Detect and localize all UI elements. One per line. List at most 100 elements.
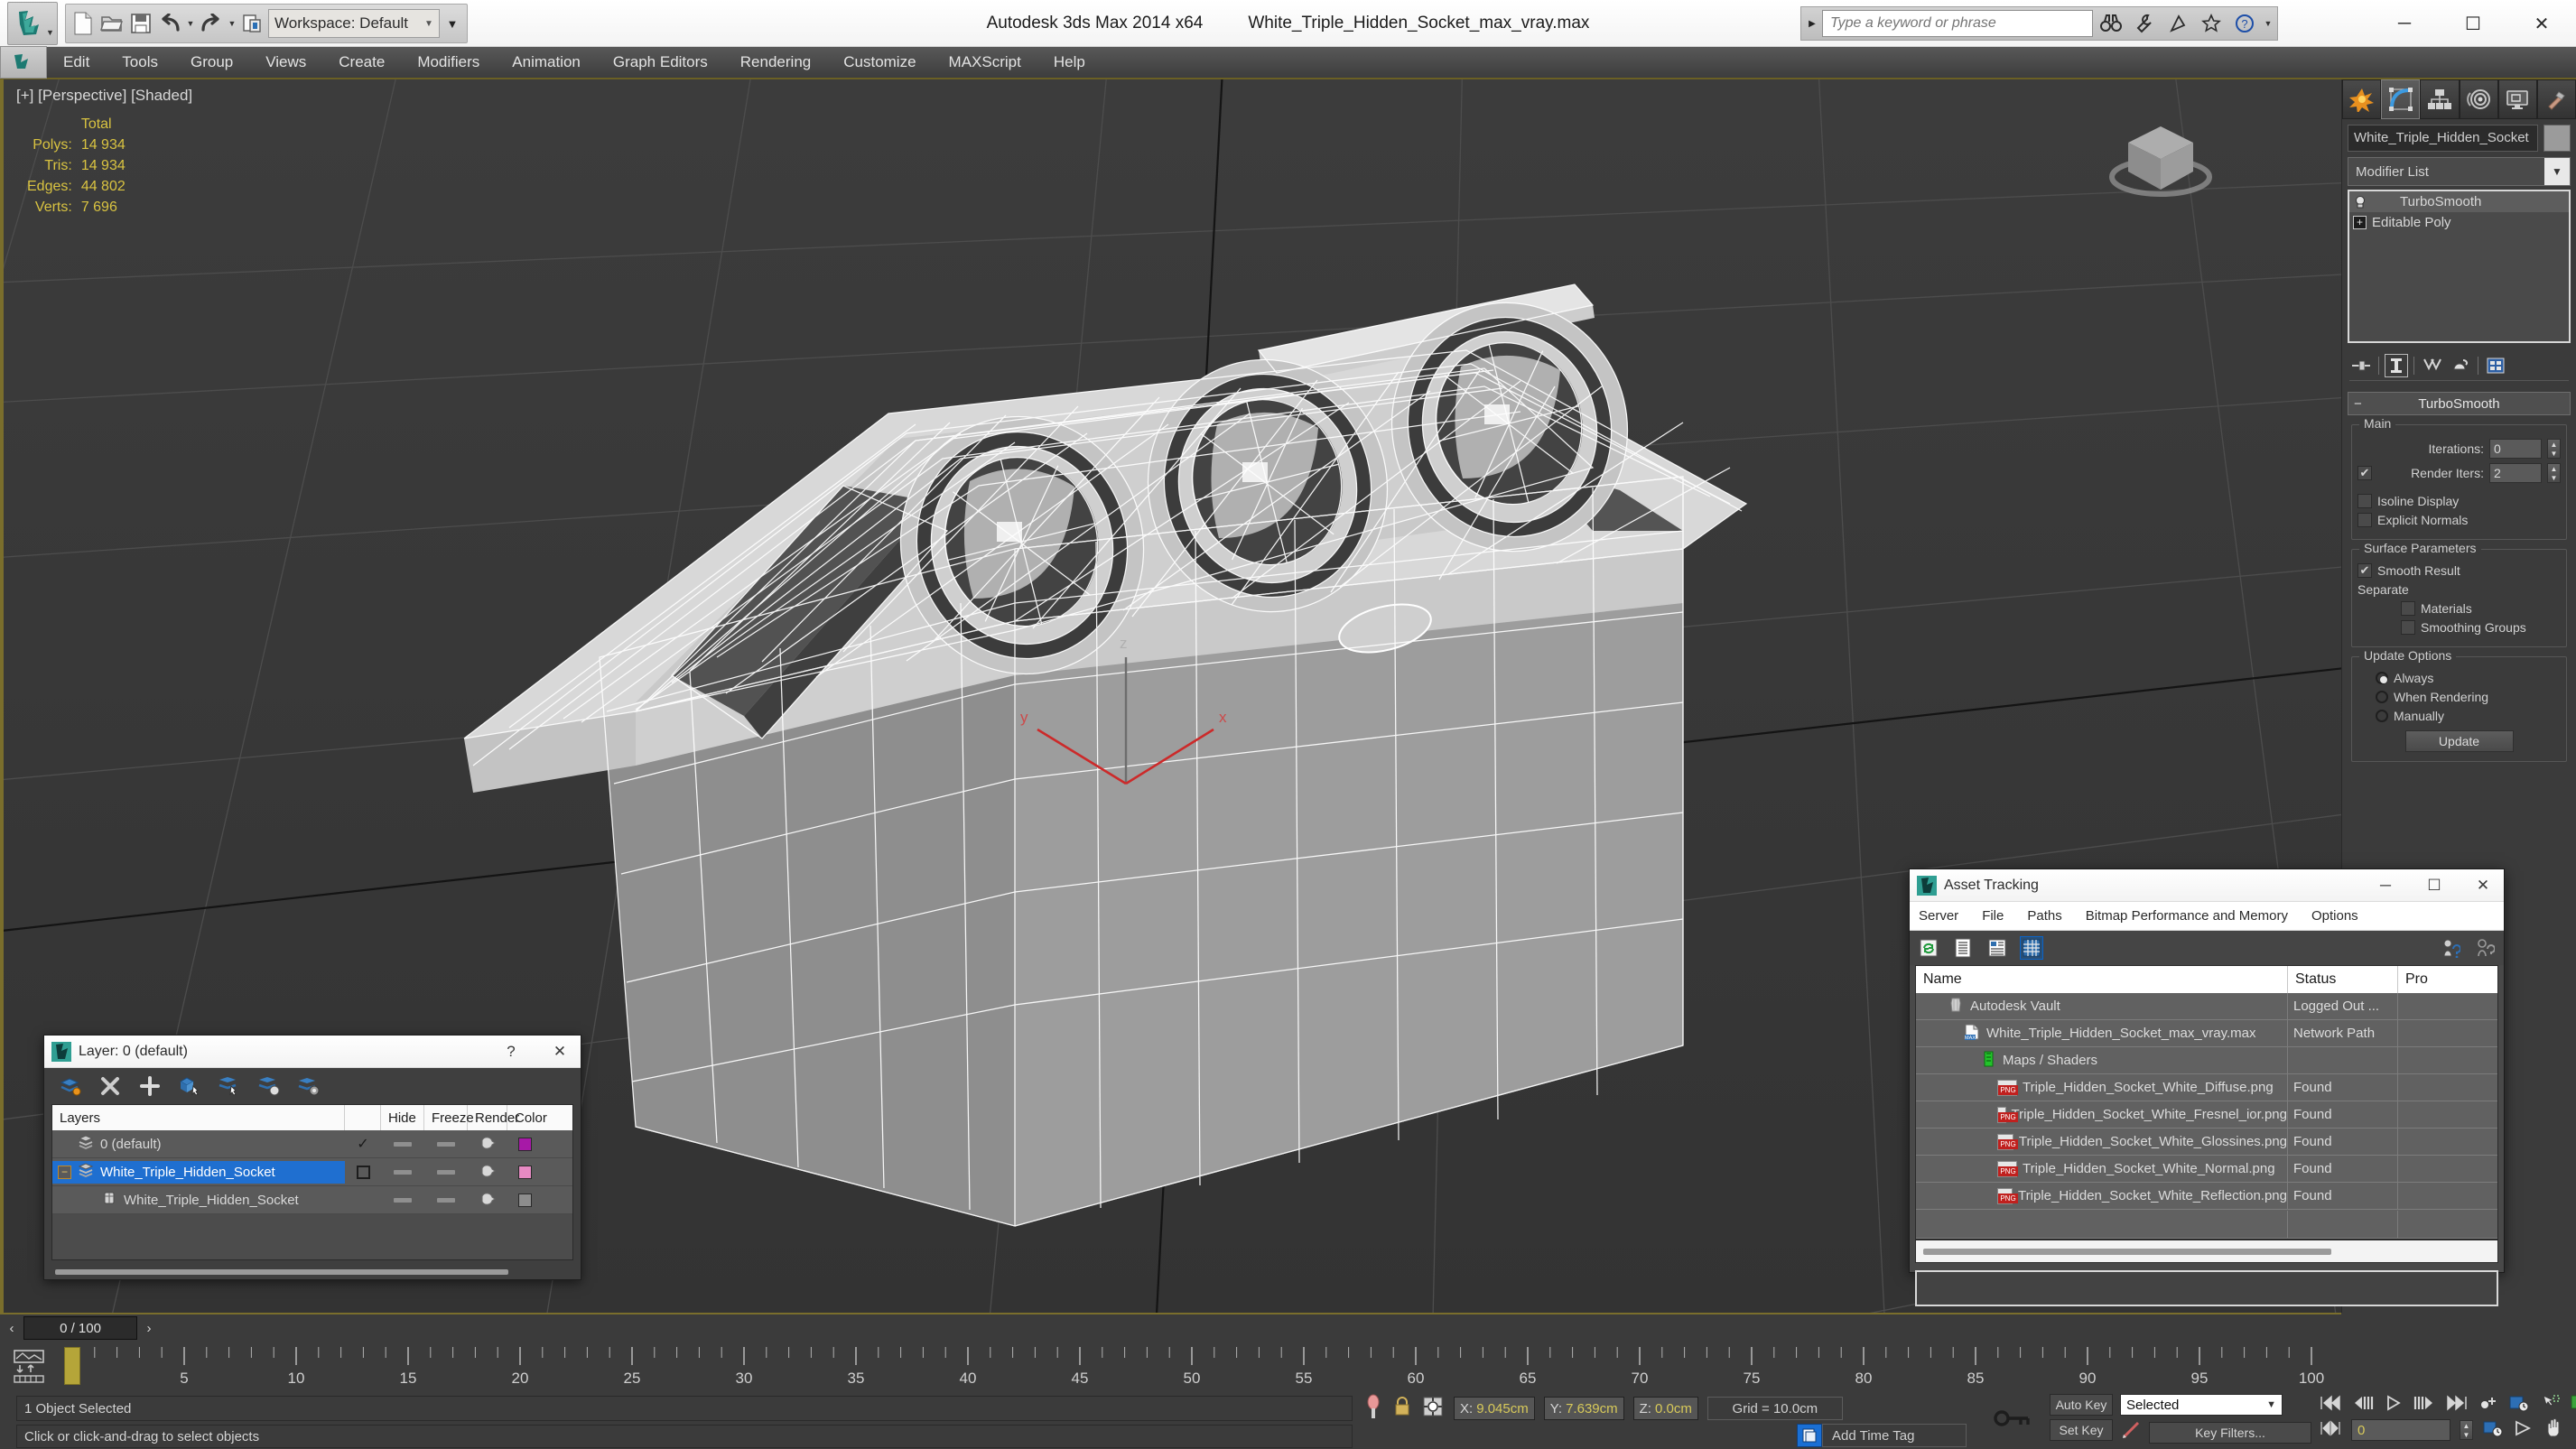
key-step-icon[interactable] [2319, 1420, 2342, 1441]
menu-item-edit[interactable]: Edit [47, 46, 106, 79]
stack-item-editable-poly[interactable]: + Editable Poly [2349, 212, 2569, 233]
pin-stack-icon[interactable] [2349, 354, 2373, 377]
hierarchy-tab[interactable] [2420, 79, 2460, 119]
key-mode-icon[interactable] [2478, 1394, 2499, 1416]
always-radio[interactable] [2376, 672, 2388, 684]
configure-sets-icon[interactable] [2484, 354, 2507, 377]
frame-display[interactable]: 0 / 100 [23, 1316, 137, 1340]
current-frame-input[interactable]: 0 [2351, 1419, 2450, 1441]
object-color-swatch[interactable] [507, 1193, 542, 1207]
zoom-extents-icon[interactable] [2513, 1419, 2534, 1442]
asset-close-button[interactable]: ✕ [2462, 869, 2504, 902]
render-iters-checkbox[interactable]: ✔ [2357, 466, 2372, 480]
expand-plus-icon[interactable]: + [2353, 216, 2367, 229]
hide-toggle[interactable] [381, 1141, 424, 1147]
render-toggle[interactable] [468, 1136, 507, 1152]
key-filters-button[interactable]: Key Filters... [2149, 1421, 2311, 1444]
help-icon[interactable]: ? [2229, 8, 2260, 39]
minimize-button[interactable]: ─ [2370, 0, 2439, 47]
modifier-stack[interactable]: TurboSmooth + Editable Poly [2348, 190, 2571, 343]
layer-dialog[interactable]: Layer: 0 (default) ? ✕ Layers Hide Freez… [43, 1035, 581, 1280]
lock-selection-icon[interactable] [1392, 1395, 1412, 1423]
table-row[interactable]: White_Triple_Hidden_Socket [52, 1186, 572, 1214]
layer-color-swatch[interactable] [507, 1165, 542, 1179]
collapse-minus-icon[interactable]: − [58, 1165, 71, 1179]
refresh-icon[interactable] [1917, 936, 1940, 960]
menu-item-create[interactable]: Create [322, 46, 401, 79]
render-toggle[interactable] [468, 1164, 507, 1180]
wrench-icon[interactable] [2129, 8, 2160, 39]
check-out-icon[interactable] [2473, 936, 2497, 960]
asset-minimize-button[interactable]: ─ [2365, 869, 2406, 902]
satellite-icon[interactable] [2162, 8, 2193, 39]
asset-name-cell[interactable]: Maps / Shaders [1916, 1046, 2288, 1074]
manually-radio[interactable] [2376, 710, 2388, 722]
asset-name-cell[interactable]: MAX White_Triple_Hidden_Socket_max_vray.… [1916, 1019, 2288, 1047]
asset-maximize-button[interactable]: ☐ [2413, 869, 2455, 902]
menu-item-graph-editors[interactable]: Graph Editors [597, 46, 724, 79]
update-option-when-rendering[interactable]: When Rendering [2357, 690, 2561, 704]
prev-frame-button[interactable]: ‹ [0, 1315, 23, 1341]
time-tag-icon[interactable] [1797, 1424, 1822, 1447]
time-slider-ruler[interactable]: 0510152025303540455055606570758085909510… [0, 1343, 2341, 1399]
asset-menu-file[interactable]: File [1982, 908, 2004, 924]
create-tab[interactable] [2342, 79, 2382, 119]
light-bulb-icon[interactable] [2353, 195, 2367, 209]
materials-checkbox[interactable] [2401, 601, 2415, 616]
display-tab[interactable] [2497, 79, 2537, 119]
current-layer-check[interactable] [345, 1165, 381, 1179]
undo-dropdown-icon[interactable]: ▼ [185, 8, 196, 39]
redo-dropdown-icon[interactable]: ▼ [227, 8, 237, 39]
layer-properties-icon[interactable] [297, 1074, 321, 1098]
table-row[interactable]: Triple_Hidden_Socket_White_Glossines.png… [1916, 1128, 2497, 1156]
previous-frame-icon[interactable] [2351, 1395, 2375, 1416]
absolute-relative-transform-icon[interactable] [1421, 1395, 1445, 1423]
list-view-icon[interactable] [1951, 936, 1975, 960]
pin-stack-icon[interactable] [1363, 1393, 1383, 1425]
menu-item-customize[interactable]: Customize [827, 46, 932, 79]
menu-item-modifiers[interactable]: Modifiers [401, 46, 496, 79]
menu-item-group[interactable]: Group [174, 46, 249, 79]
current-frame-spinner[interactable]: ▲ ▼ [2460, 1420, 2473, 1440]
table-row[interactable]: Autodesk Vault Logged Out ... [1916, 992, 2497, 1020]
time-config-icon[interactable] [2482, 1419, 2504, 1442]
track-bar-icon[interactable] [11, 1349, 47, 1389]
asset-tracking-titlebar[interactable]: Asset Tracking ─ ☐ ✕ [1910, 869, 2504, 902]
asset-name-cell[interactable]: Triple_Hidden_Socket_White_Reflection.pn… [1916, 1182, 2288, 1210]
table-row[interactable]: − White_Triple_Hidden_Socket [52, 1158, 572, 1186]
help-dropdown-icon[interactable]: ▼ [2263, 8, 2274, 39]
asset-menu-paths[interactable]: Paths [2027, 908, 2061, 924]
table-row[interactable]: MAX White_Triple_Hidden_Socket_max_vray.… [1916, 1019, 2497, 1047]
asset-tracking-dialog[interactable]: Asset Tracking ─ ☐ ✕ Server File Paths B… [1909, 868, 2505, 1306]
asset-name-cell[interactable]: Autodesk Vault [1916, 992, 2288, 1020]
layer-close-button[interactable]: ✕ [539, 1036, 581, 1068]
update-option-always[interactable]: Always [2357, 671, 2561, 685]
binoculars-icon[interactable] [2096, 8, 2126, 39]
grid-view-icon[interactable] [2020, 936, 2043, 960]
undo-icon[interactable] [156, 8, 183, 39]
time-configuration-icon[interactable] [2508, 1394, 2530, 1416]
app-menu-button[interactable]: ▼ [7, 2, 58, 45]
table-row[interactable]: Triple_Hidden_Socket_White_Fresnel_ior.p… [1916, 1101, 2497, 1129]
asset-name-cell[interactable]: Triple_Hidden_Socket_White_Diffuse.png [1916, 1073, 2288, 1101]
stack-item-turbosmooth[interactable]: TurboSmooth [2349, 191, 2569, 212]
auto-key-button[interactable]: Auto Key [2050, 1394, 2113, 1416]
menu-item-views[interactable]: Views [249, 46, 322, 79]
asset-name-cell[interactable]: Triple_Hidden_Socket_White_Fresnel_ior.p… [1916, 1101, 2288, 1129]
freeze-toggle[interactable] [424, 1141, 468, 1147]
view-cube[interactable] [2097, 107, 2224, 206]
select-highlighted-objects-icon[interactable] [218, 1074, 241, 1098]
freeze-toggle[interactable] [424, 1169, 468, 1175]
select-object-icon[interactable] [2539, 1394, 2561, 1416]
next-frame-icon[interactable] [2413, 1395, 2436, 1416]
x-coordinate-field[interactable]: X: 9.045cm [1454, 1397, 1535, 1420]
remove-modifier-icon[interactable] [2449, 354, 2472, 377]
explicit-normals-checkbox[interactable] [2357, 513, 2372, 527]
menu-item-maxscript[interactable]: MAXScript [933, 46, 1037, 79]
highlight-selected-objects-icon[interactable] [257, 1074, 281, 1098]
asset-scrollbar-track[interactable] [1915, 1240, 2498, 1263]
menu-item-tools[interactable]: Tools [106, 46, 174, 79]
table-row[interactable]: Triple_Hidden_Socket_White_Reflection.pn… [1916, 1182, 2497, 1210]
detail-view-icon[interactable] [1985, 936, 2009, 960]
show-end-result-icon[interactable] [2385, 353, 2408, 377]
